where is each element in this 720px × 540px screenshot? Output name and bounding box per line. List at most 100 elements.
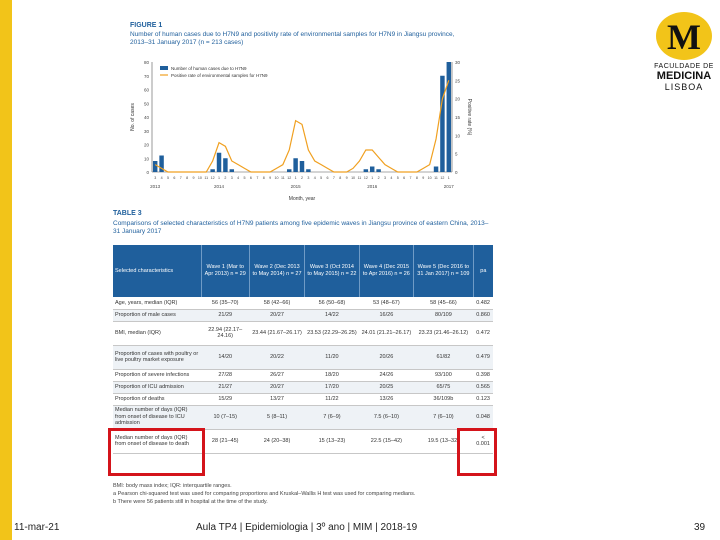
x-tick-label: 5 xyxy=(244,176,246,180)
x-tick-label: 12 xyxy=(211,176,215,180)
table-footnotes: BMI: body mass index; IQR: interquartile… xyxy=(113,482,493,506)
table-cell: 14/22 xyxy=(304,309,360,322)
row-label: Proportion of severe infections xyxy=(113,369,201,382)
y-tick-label-right: 15 xyxy=(455,115,461,120)
x-tick-label: 10 xyxy=(198,176,202,180)
bar xyxy=(299,161,305,172)
bar xyxy=(440,75,445,172)
x-tick-label: 11 xyxy=(204,176,208,180)
table-cell: 16/26 xyxy=(359,309,414,322)
bar xyxy=(210,169,215,172)
bar xyxy=(363,169,369,172)
bar xyxy=(306,169,311,172)
column-header: Wave 2 (Dec 2013 to May 2014) n = 27 xyxy=(249,245,306,297)
y-tick-label-left: 80 xyxy=(144,60,150,65)
bar xyxy=(369,166,375,172)
bar xyxy=(223,158,228,172)
table-cell: 14/20 xyxy=(201,345,250,370)
y-tick-label-right: 0 xyxy=(455,170,458,175)
x-tick-label: 3 xyxy=(384,176,386,180)
x-tick-label: 3 xyxy=(154,176,156,180)
year-label: 2017 xyxy=(444,184,455,189)
x-tick-label: 12 xyxy=(364,176,368,180)
table-row: Median number of days (IQR) from onset o… xyxy=(113,405,493,430)
y-tick-label-left: 30 xyxy=(144,129,150,134)
y-tick-label-right: 25 xyxy=(455,78,461,83)
y-tick-label-left: 0 xyxy=(146,170,149,175)
x-axis-title: Month, year xyxy=(289,196,316,202)
table-row: Proportion of deaths 15/29 13/27 11/22 13/26… xyxy=(113,393,493,406)
y-tick-label-right: 5 xyxy=(455,152,458,157)
x-tick-label: 8 xyxy=(416,176,418,180)
table-cell: 53 (48–67) xyxy=(359,297,414,310)
x-tick-label: 11 xyxy=(434,176,438,180)
bar xyxy=(293,158,298,172)
row-label: Proportion of ICU admission xyxy=(113,381,201,394)
row-label: Proportion of male cases xyxy=(113,309,201,322)
x-tick-label: 11 xyxy=(281,176,285,180)
bar xyxy=(376,169,381,172)
table-cell: 0.860 xyxy=(473,309,493,322)
x-tick-label: 10 xyxy=(274,176,278,180)
x-tick-label: 1 xyxy=(218,176,220,180)
table-cell: 13/26 xyxy=(359,393,414,406)
x-tick-label: 9 xyxy=(192,176,194,180)
table-row: Proportion of severe infections 27/28 26/2… xyxy=(113,369,493,382)
table-cell: 58 (45–66) xyxy=(413,297,474,310)
column-header: Wave 3 (Oct 2014 to May 2015) n = 22 xyxy=(304,245,360,297)
year-label: 2016 xyxy=(367,184,378,189)
table-cell: 24 (20–38) xyxy=(249,429,305,454)
y-axis-title-left: No. of cases xyxy=(130,103,136,131)
x-tick-label: 4 xyxy=(161,176,163,180)
x-tick-label: 6 xyxy=(173,176,175,180)
row-label: Proportion of cases with poultry or live… xyxy=(113,345,201,370)
table-caption: Comparisons of selected characteristics … xyxy=(113,220,489,235)
table-row: Proportion of male cases 21/29 20/27 14/22 1… xyxy=(113,309,493,322)
y-tick-label-right: 30 xyxy=(455,60,461,65)
legend-label: Number of human cases due to H7N9 xyxy=(171,66,247,71)
positivity-line xyxy=(154,80,450,173)
table-cell: 11/22 xyxy=(304,393,360,406)
table-cell: 5 (8–11) xyxy=(249,405,305,430)
table-cell: 27/28 xyxy=(201,369,250,382)
y-tick-label-right: 20 xyxy=(455,97,461,102)
row-label: BMI, median (IQR) xyxy=(113,321,201,346)
table-cell: 0.482 xyxy=(473,297,493,310)
logo-line1: FACULDADE DE xyxy=(654,63,714,70)
table-cell: 11/20 xyxy=(304,345,360,370)
footer-date: 11-mar-21 xyxy=(14,522,60,533)
table-cell: 0.479 xyxy=(473,345,493,370)
x-tick-label: 2 xyxy=(301,176,303,180)
footnote: BMI: body mass index; IQR: interquartile… xyxy=(113,483,232,489)
table-cell: 56 (50–68) xyxy=(304,297,360,310)
table-cell: 10 (7–15) xyxy=(201,405,250,430)
column-header: Wave 4 (Dec 2015 to Apr 2016) n = 26 xyxy=(359,245,415,297)
x-tick-label: 10 xyxy=(351,176,355,180)
table-cell: 0.123 xyxy=(473,393,493,406)
table-row: Proportion of ICU admission 21/27 20/27 17/… xyxy=(113,381,493,394)
x-tick-label: 8 xyxy=(263,176,265,180)
table-cell: 20/27 xyxy=(249,381,305,394)
table-cell: 24.01 (21.21–26.17) xyxy=(359,321,414,346)
x-tick-label: 6 xyxy=(327,176,329,180)
logo-mark-icon: M xyxy=(656,12,712,60)
column-header: Wave 5 (Dec 2016 to 31 Jan 2017) n = 109 xyxy=(413,245,474,297)
year-label: 2015 xyxy=(291,184,302,189)
y-tick-label-left: 40 xyxy=(144,115,150,120)
table-cell: 23.44 (21.67–26.17) xyxy=(249,321,305,346)
column-header: Wave 1 (Mar to Apr 2013) n = 29 xyxy=(201,245,250,297)
y-tick-label-left: 50 xyxy=(144,101,150,106)
y-tick-label-left: 60 xyxy=(144,88,150,93)
table-cell: 20/25 xyxy=(359,381,414,394)
table-cell: 7 (6–9) xyxy=(304,405,360,430)
x-tick-label: 5 xyxy=(320,176,322,180)
table-cell: 20/27 xyxy=(249,309,305,322)
legend-label: Positive rate of environmental samples f… xyxy=(171,73,268,78)
x-tick-label: 12 xyxy=(287,176,291,180)
x-tick-label: 8 xyxy=(339,176,341,180)
x-tick-label: 1 xyxy=(371,176,373,180)
row-label: Proportion of deaths xyxy=(113,393,201,406)
y-tick-label-left: 20 xyxy=(144,143,150,148)
table-cell: 23.23 (21.46–26.12) xyxy=(413,321,474,346)
x-tick-label: 7 xyxy=(256,176,258,180)
